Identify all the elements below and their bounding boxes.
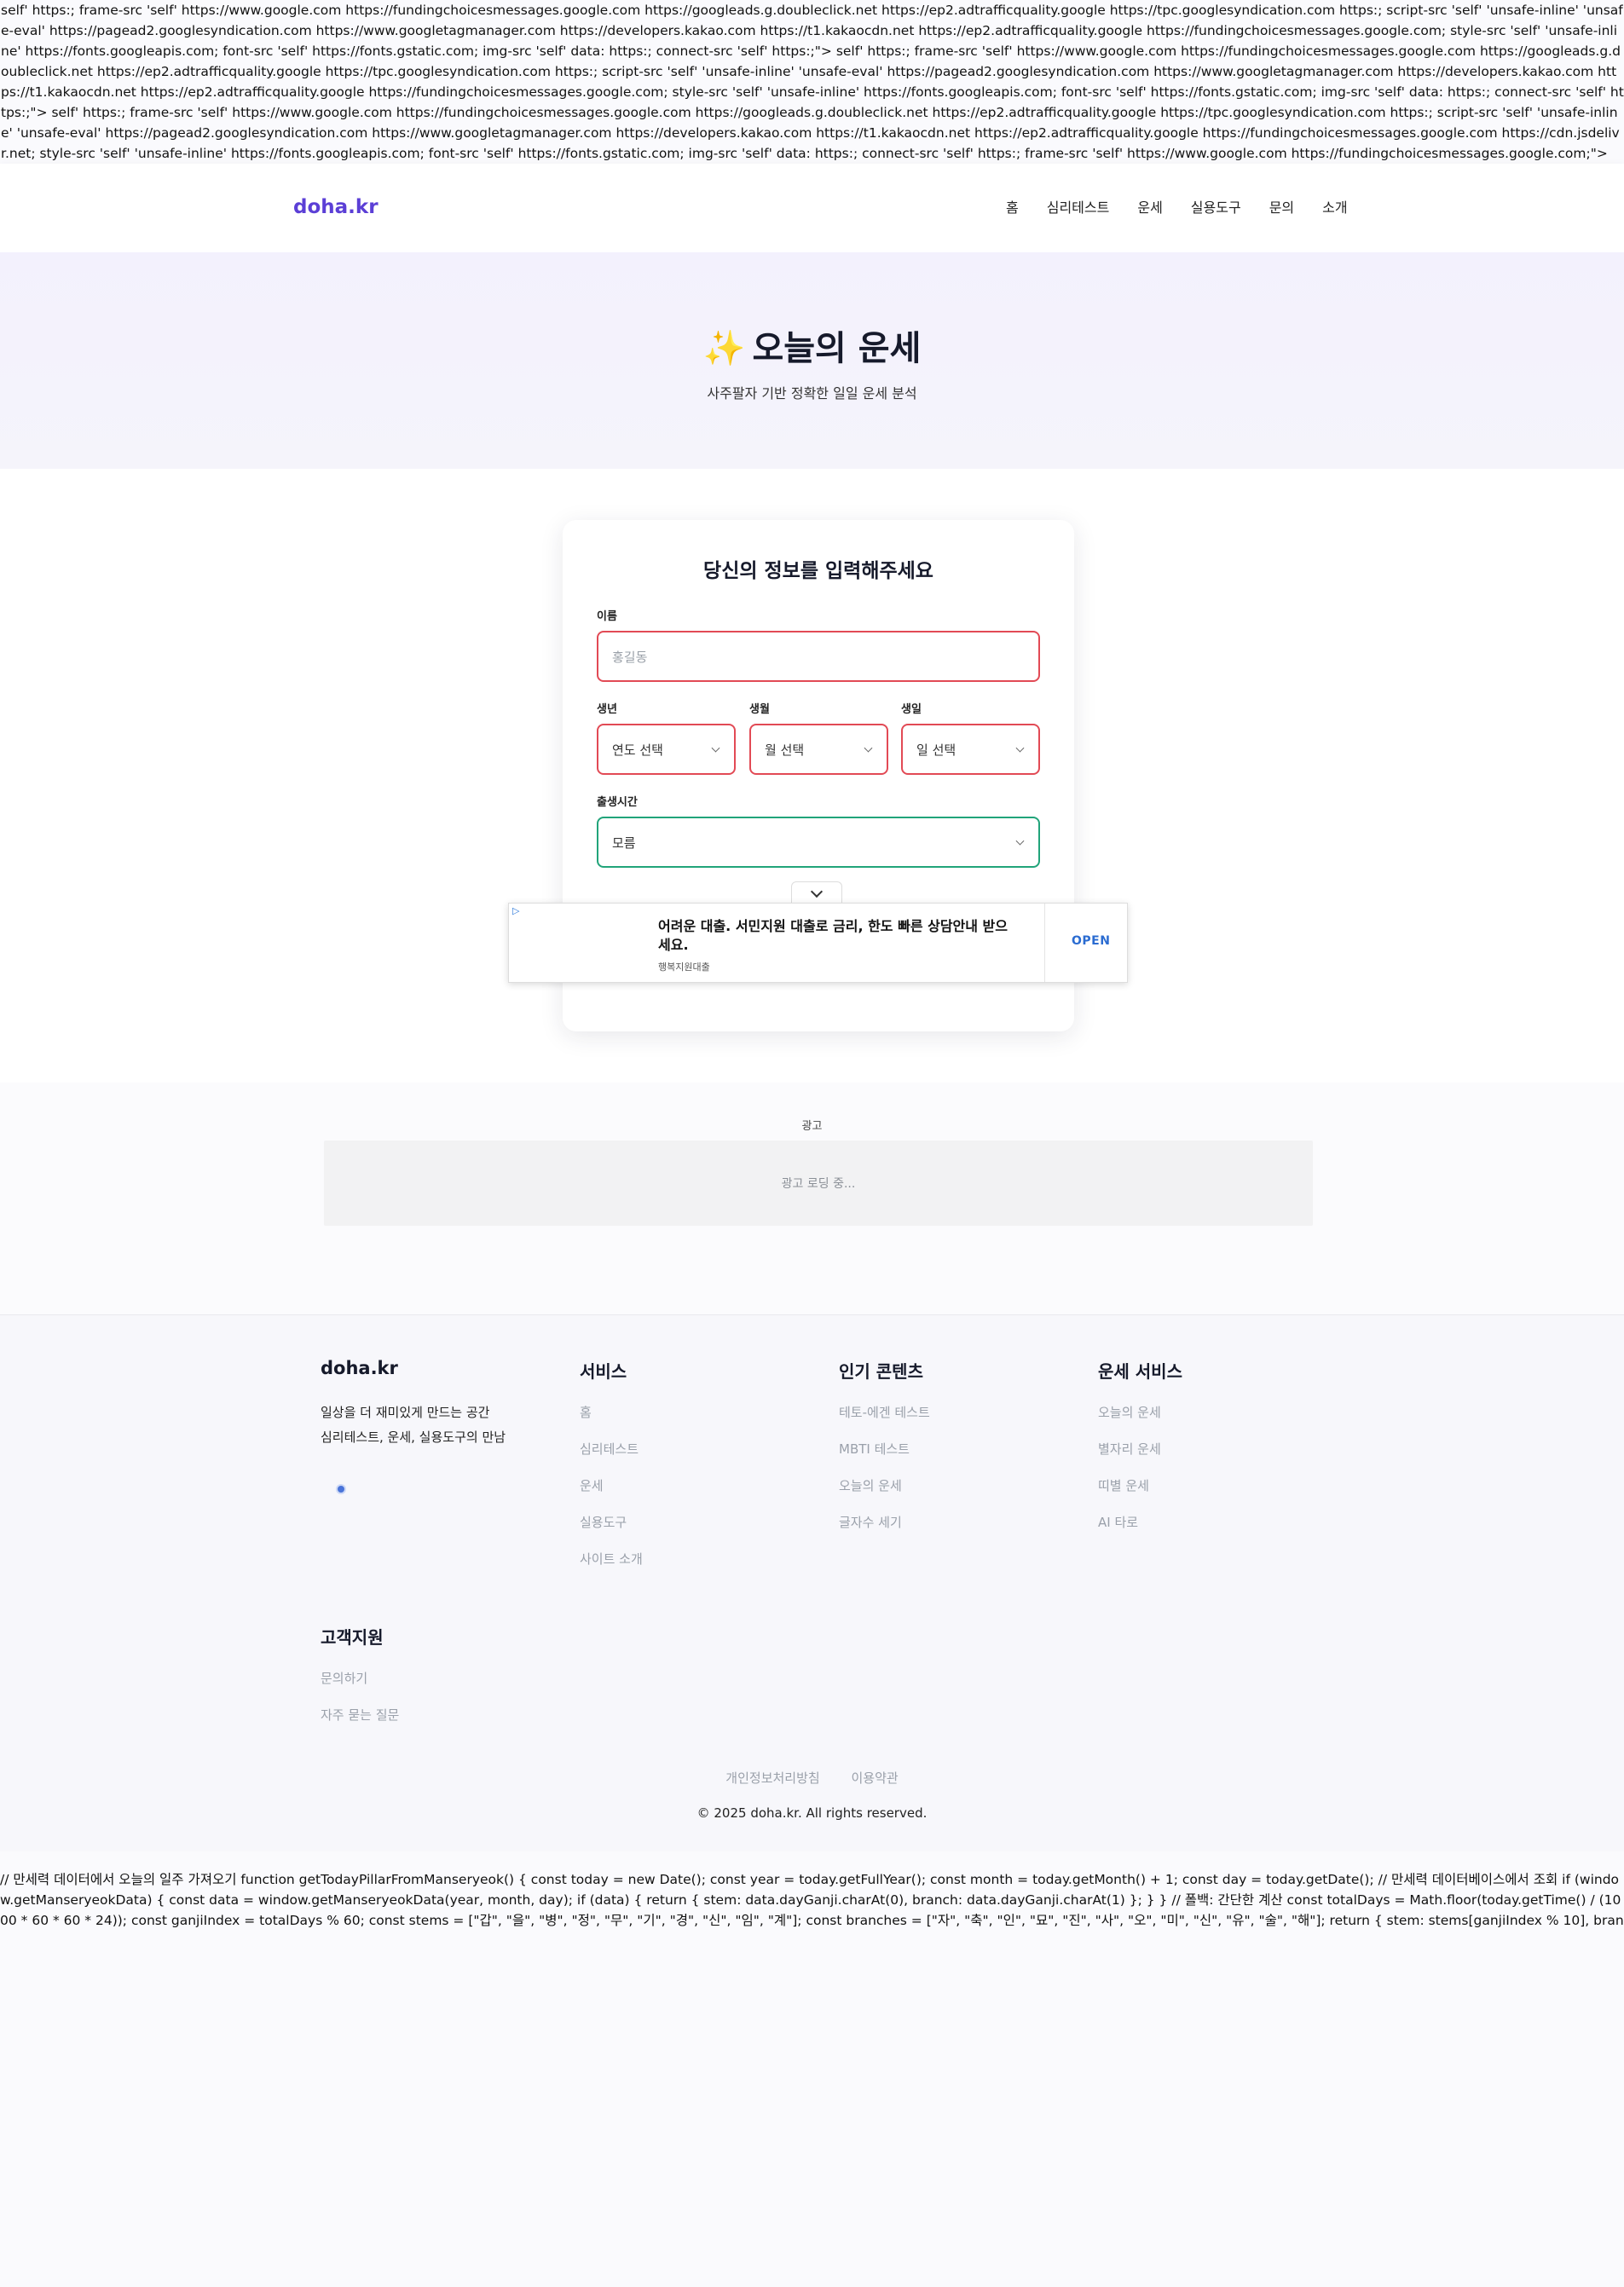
ad-advertiser: 행복지원대출 bbox=[658, 962, 710, 973]
site-logo[interactable]: doha.kr bbox=[293, 196, 379, 218]
terms-link[interactable]: 이용약관 bbox=[851, 1770, 898, 1786]
footer-popular-column: 인기 콘텐츠 테토-에겐 테스트 MBTI 테스트 오늘의 운세 글자수 세기 bbox=[839, 1358, 930, 1551]
birth-day-select[interactable]: 일 선택 bbox=[901, 724, 1040, 775]
nav-tools[interactable]: 실용도구 bbox=[1191, 198, 1241, 218]
birth-year-label: 생년 bbox=[597, 703, 617, 716]
badge-icon bbox=[331, 1482, 351, 1496]
ad-collapse-toggle[interactable] bbox=[791, 881, 842, 904]
page-title: ✨ 오늘의 운세 bbox=[0, 321, 1624, 370]
ad-loading-text: 광고 로딩 중... bbox=[781, 1177, 856, 1191]
footer-legal-links: 개인정보처리방침 이용약관 bbox=[0, 1769, 1624, 1787]
main-nav: 홈 심리테스트 운세 실용도구 문의 소개 bbox=[1006, 198, 1376, 218]
name-input[interactable]: 홍길동 bbox=[597, 631, 1040, 682]
hero-section: ✨ 오늘의 운세 사주팔자 기반 정확한 일일 운세 분석 bbox=[0, 252, 1624, 469]
footer-services-column: 서비스 홈 심리테스트 운세 실용도구 사이트 소개 bbox=[580, 1358, 643, 1587]
footer-link-daily-fortune[interactable]: 오늘의 운세 bbox=[1098, 1404, 1182, 1441]
name-input-placeholder: 홍길동 bbox=[612, 649, 648, 665]
footer-support-column: 고객지원 문의하기 자주 묻는 질문 bbox=[321, 1624, 399, 1743]
footer-brand: doha.kr bbox=[321, 1358, 398, 1378]
footer-link-teto-egen[interactable]: 테토-에겐 테스트 bbox=[839, 1404, 930, 1441]
chevron-down-icon bbox=[810, 885, 824, 898]
birth-year-value: 연도 선택 bbox=[612, 742, 663, 758]
chevron-down-icon bbox=[1015, 836, 1025, 846]
footer-link-faq[interactable]: 자주 묻는 질문 bbox=[321, 1707, 399, 1743]
copyright: © 2025 doha.kr. All rights reserved. bbox=[696, 1805, 928, 1821]
footer-desc-line: 심리테스트, 운세, 실용도구의 만남 bbox=[321, 1429, 506, 1445]
footer-link-animal-sign[interactable]: 띠별 운세 bbox=[1098, 1477, 1182, 1514]
page-subtitle: 사주팔자 기반 정확한 일일 운세 분석 bbox=[707, 385, 917, 401]
birth-day-value: 일 선택 bbox=[916, 742, 956, 758]
footer-fortune-column: 운세 서비스 오늘의 운세 별자리 운세 띠별 운세 AI 타로 bbox=[1098, 1358, 1182, 1551]
footer-link-contact[interactable]: 문의하기 bbox=[321, 1670, 399, 1707]
birth-month-value: 월 선택 bbox=[765, 742, 805, 758]
ad-headline[interactable]: 어려운 대출. 서민지원 대출로 금리, 한도 빠른 상담안내 받으세요. bbox=[658, 917, 1016, 955]
footer-link-tools[interactable]: 실용도구 bbox=[580, 1514, 643, 1551]
birth-month-select[interactable]: 월 선택 bbox=[749, 724, 888, 775]
birth-day-label: 생일 bbox=[901, 703, 922, 716]
ad-divider bbox=[1044, 904, 1045, 982]
sparkles-icon: ✨ bbox=[702, 329, 746, 368]
privacy-policy-link[interactable]: 개인정보처리방침 bbox=[725, 1770, 819, 1786]
chevron-down-icon bbox=[1015, 743, 1025, 753]
birth-time-value: 모름 bbox=[612, 835, 636, 851]
leaked-script-text: // 만세력 데이터에서 오늘의 일주 가져오기 function getTod… bbox=[0, 1872, 1624, 1928]
birth-year-select[interactable]: 연도 선택 bbox=[597, 724, 736, 775]
nav-psych-test[interactable]: 심리테스트 bbox=[1047, 198, 1110, 218]
footer-link-zodiac[interactable]: 별자리 운세 bbox=[1098, 1441, 1182, 1477]
adchoices-icon[interactable]: ▷ bbox=[512, 905, 519, 916]
footer-support-title: 고객지원 bbox=[321, 1627, 384, 1648]
nav-contact[interactable]: 문의 bbox=[1269, 198, 1294, 218]
footer-link-about[interactable]: 사이트 소개 bbox=[580, 1551, 643, 1587]
ad-label: 광고 bbox=[801, 1120, 823, 1133]
chevron-down-icon bbox=[711, 743, 720, 753]
ad-open-button[interactable]: OPEN bbox=[1072, 934, 1110, 948]
footer-link-char-count[interactable]: 글자수 세기 bbox=[839, 1514, 930, 1551]
name-label: 이름 bbox=[597, 610, 617, 623]
footer-popular-title: 인기 콘텐츠 bbox=[839, 1361, 923, 1382]
page-title-text: 오늘의 운세 bbox=[752, 329, 922, 368]
footer-fortune-title: 운세 서비스 bbox=[1098, 1361, 1182, 1382]
anchor-ad-banner[interactable]: ▷ 어려운 대출. 서민지원 대출로 금리, 한도 빠른 상담안내 받으세요. … bbox=[508, 903, 1128, 983]
footer-services-title: 서비스 bbox=[580, 1361, 627, 1382]
footer-description: 일상을 더 재미있게 만드는 공간 심리테스트, 운세, 실용도구의 만남 bbox=[321, 1400, 506, 1450]
footer-link-daily-fortune[interactable]: 오늘의 운세 bbox=[839, 1477, 930, 1514]
form-title: 당신의 정보를 입력해주세요 bbox=[703, 560, 933, 582]
birth-time-label: 출생시간 bbox=[597, 796, 638, 809]
footer-link-mbti[interactable]: MBTI 테스트 bbox=[839, 1441, 930, 1477]
nav-about[interactable]: 소개 bbox=[1322, 198, 1347, 218]
birth-time-select[interactable]: 모름 bbox=[597, 817, 1040, 868]
leaked-csp-text: self' https:; frame-src 'self' https://w… bbox=[1, 3, 1624, 161]
ad-slot: 광고 로딩 중... bbox=[324, 1141, 1313, 1226]
chevron-down-icon bbox=[864, 743, 873, 753]
footer-link-psych-test[interactable]: 심리테스트 bbox=[580, 1441, 643, 1477]
nav-fortune[interactable]: 운세 bbox=[1137, 198, 1162, 218]
footer-link-ai-tarot[interactable]: AI 타로 bbox=[1098, 1514, 1182, 1551]
site-footer: doha.kr 일상을 더 재미있게 만드는 공간 심리테스트, 운세, 실용도… bbox=[0, 1314, 1624, 1851]
nav-home[interactable]: 홈 bbox=[1006, 198, 1019, 218]
footer-link-home[interactable]: 홈 bbox=[580, 1404, 643, 1441]
ad-section: 광고 광고 로딩 중... bbox=[0, 1083, 1624, 1314]
birth-month-label: 생월 bbox=[749, 703, 770, 716]
footer-desc-line: 일상을 더 재미있게 만드는 공간 bbox=[321, 1405, 490, 1420]
site-header: doha.kr 홈 심리테스트 운세 실용도구 문의 소개 bbox=[0, 164, 1624, 252]
footer-link-fortune[interactable]: 운세 bbox=[580, 1477, 643, 1514]
